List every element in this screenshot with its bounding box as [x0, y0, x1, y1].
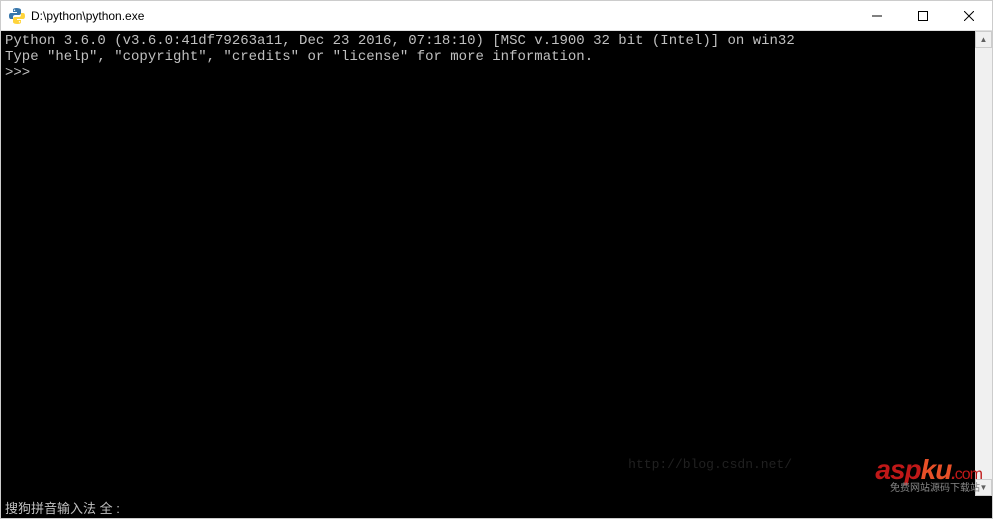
close-button[interactable] — [946, 1, 992, 30]
console-line: Python 3.6.0 (v3.6.0:41df79263a11, Dec 2… — [5, 33, 795, 49]
watermark-subtitle: 免费网站源码下载站 — [890, 479, 980, 494]
maximize-button[interactable] — [900, 1, 946, 30]
ime-status-bar: 搜狗拼音输入法 全 : — [1, 496, 992, 518]
application-window: D:\python\python.exe Python 3.6.0 (v3.6.… — [0, 0, 993, 519]
window-title: D:\python\python.exe — [31, 9, 854, 23]
console-line: Type "help", "copyright", "credits" or "… — [5, 49, 593, 65]
window-controls — [854, 1, 992, 30]
titlebar[interactable]: D:\python\python.exe — [1, 1, 992, 31]
ime-status-text: 搜狗拼音输入法 全 : — [5, 498, 120, 517]
console-area[interactable]: Python 3.6.0 (v3.6.0:41df79263a11, Dec 2… — [1, 31, 992, 496]
scroll-up-button[interactable]: ▲ — [975, 31, 992, 48]
console-prompt: >>> — [5, 65, 30, 81]
vertical-scrollbar[interactable]: ▲ ▼ — [975, 31, 992, 496]
minimize-button[interactable] — [854, 1, 900, 30]
watermark-url: http://blog.csdn.net/ — [628, 457, 792, 472]
console-output: Python 3.6.0 (v3.6.0:41df79263a11, Dec 2… — [1, 31, 992, 83]
scroll-track[interactable] — [975, 48, 992, 479]
python-app-icon — [9, 8, 25, 24]
